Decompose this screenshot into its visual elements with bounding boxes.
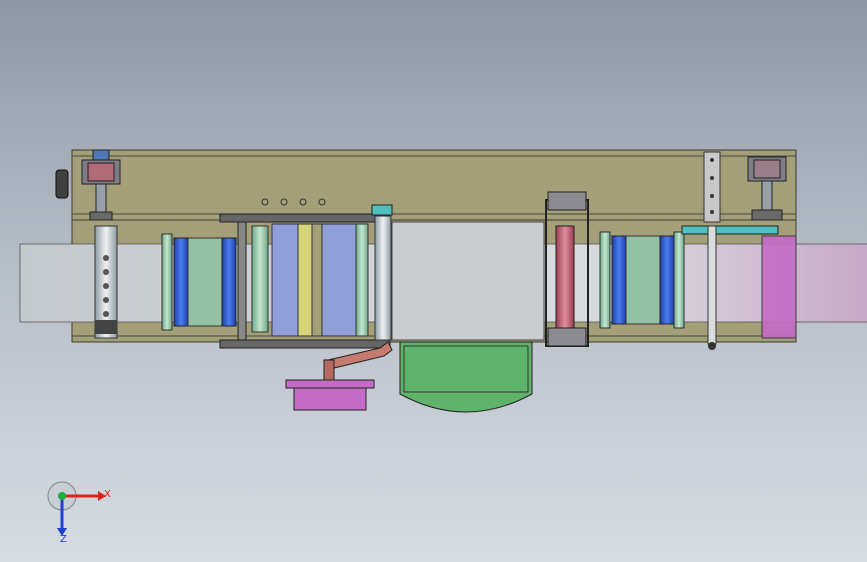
left-side-knob[interactable]: [55, 169, 69, 199]
magenta-base-block[interactable]: [285, 379, 375, 411]
triad-z-label: Z: [60, 534, 67, 545]
right-bracket[interactable]: [703, 151, 721, 223]
central-plate[interactable]: [391, 221, 545, 341]
right-roller-group[interactable]: [599, 231, 685, 329]
rewind-roll[interactable]: [761, 235, 797, 339]
coordinate-triad[interactable]: X Z: [47, 481, 111, 545]
collection-tray[interactable]: [399, 341, 533, 413]
main-idler-roller[interactable]: [371, 204, 393, 341]
triad-x-label: X: [104, 489, 111, 500]
unwind-roll[interactable]: [94, 225, 118, 339]
y-axis-dot: [58, 492, 66, 500]
laminating-panels[interactable]: [271, 223, 369, 337]
cad-viewport[interactable]: X Z: [0, 0, 867, 562]
